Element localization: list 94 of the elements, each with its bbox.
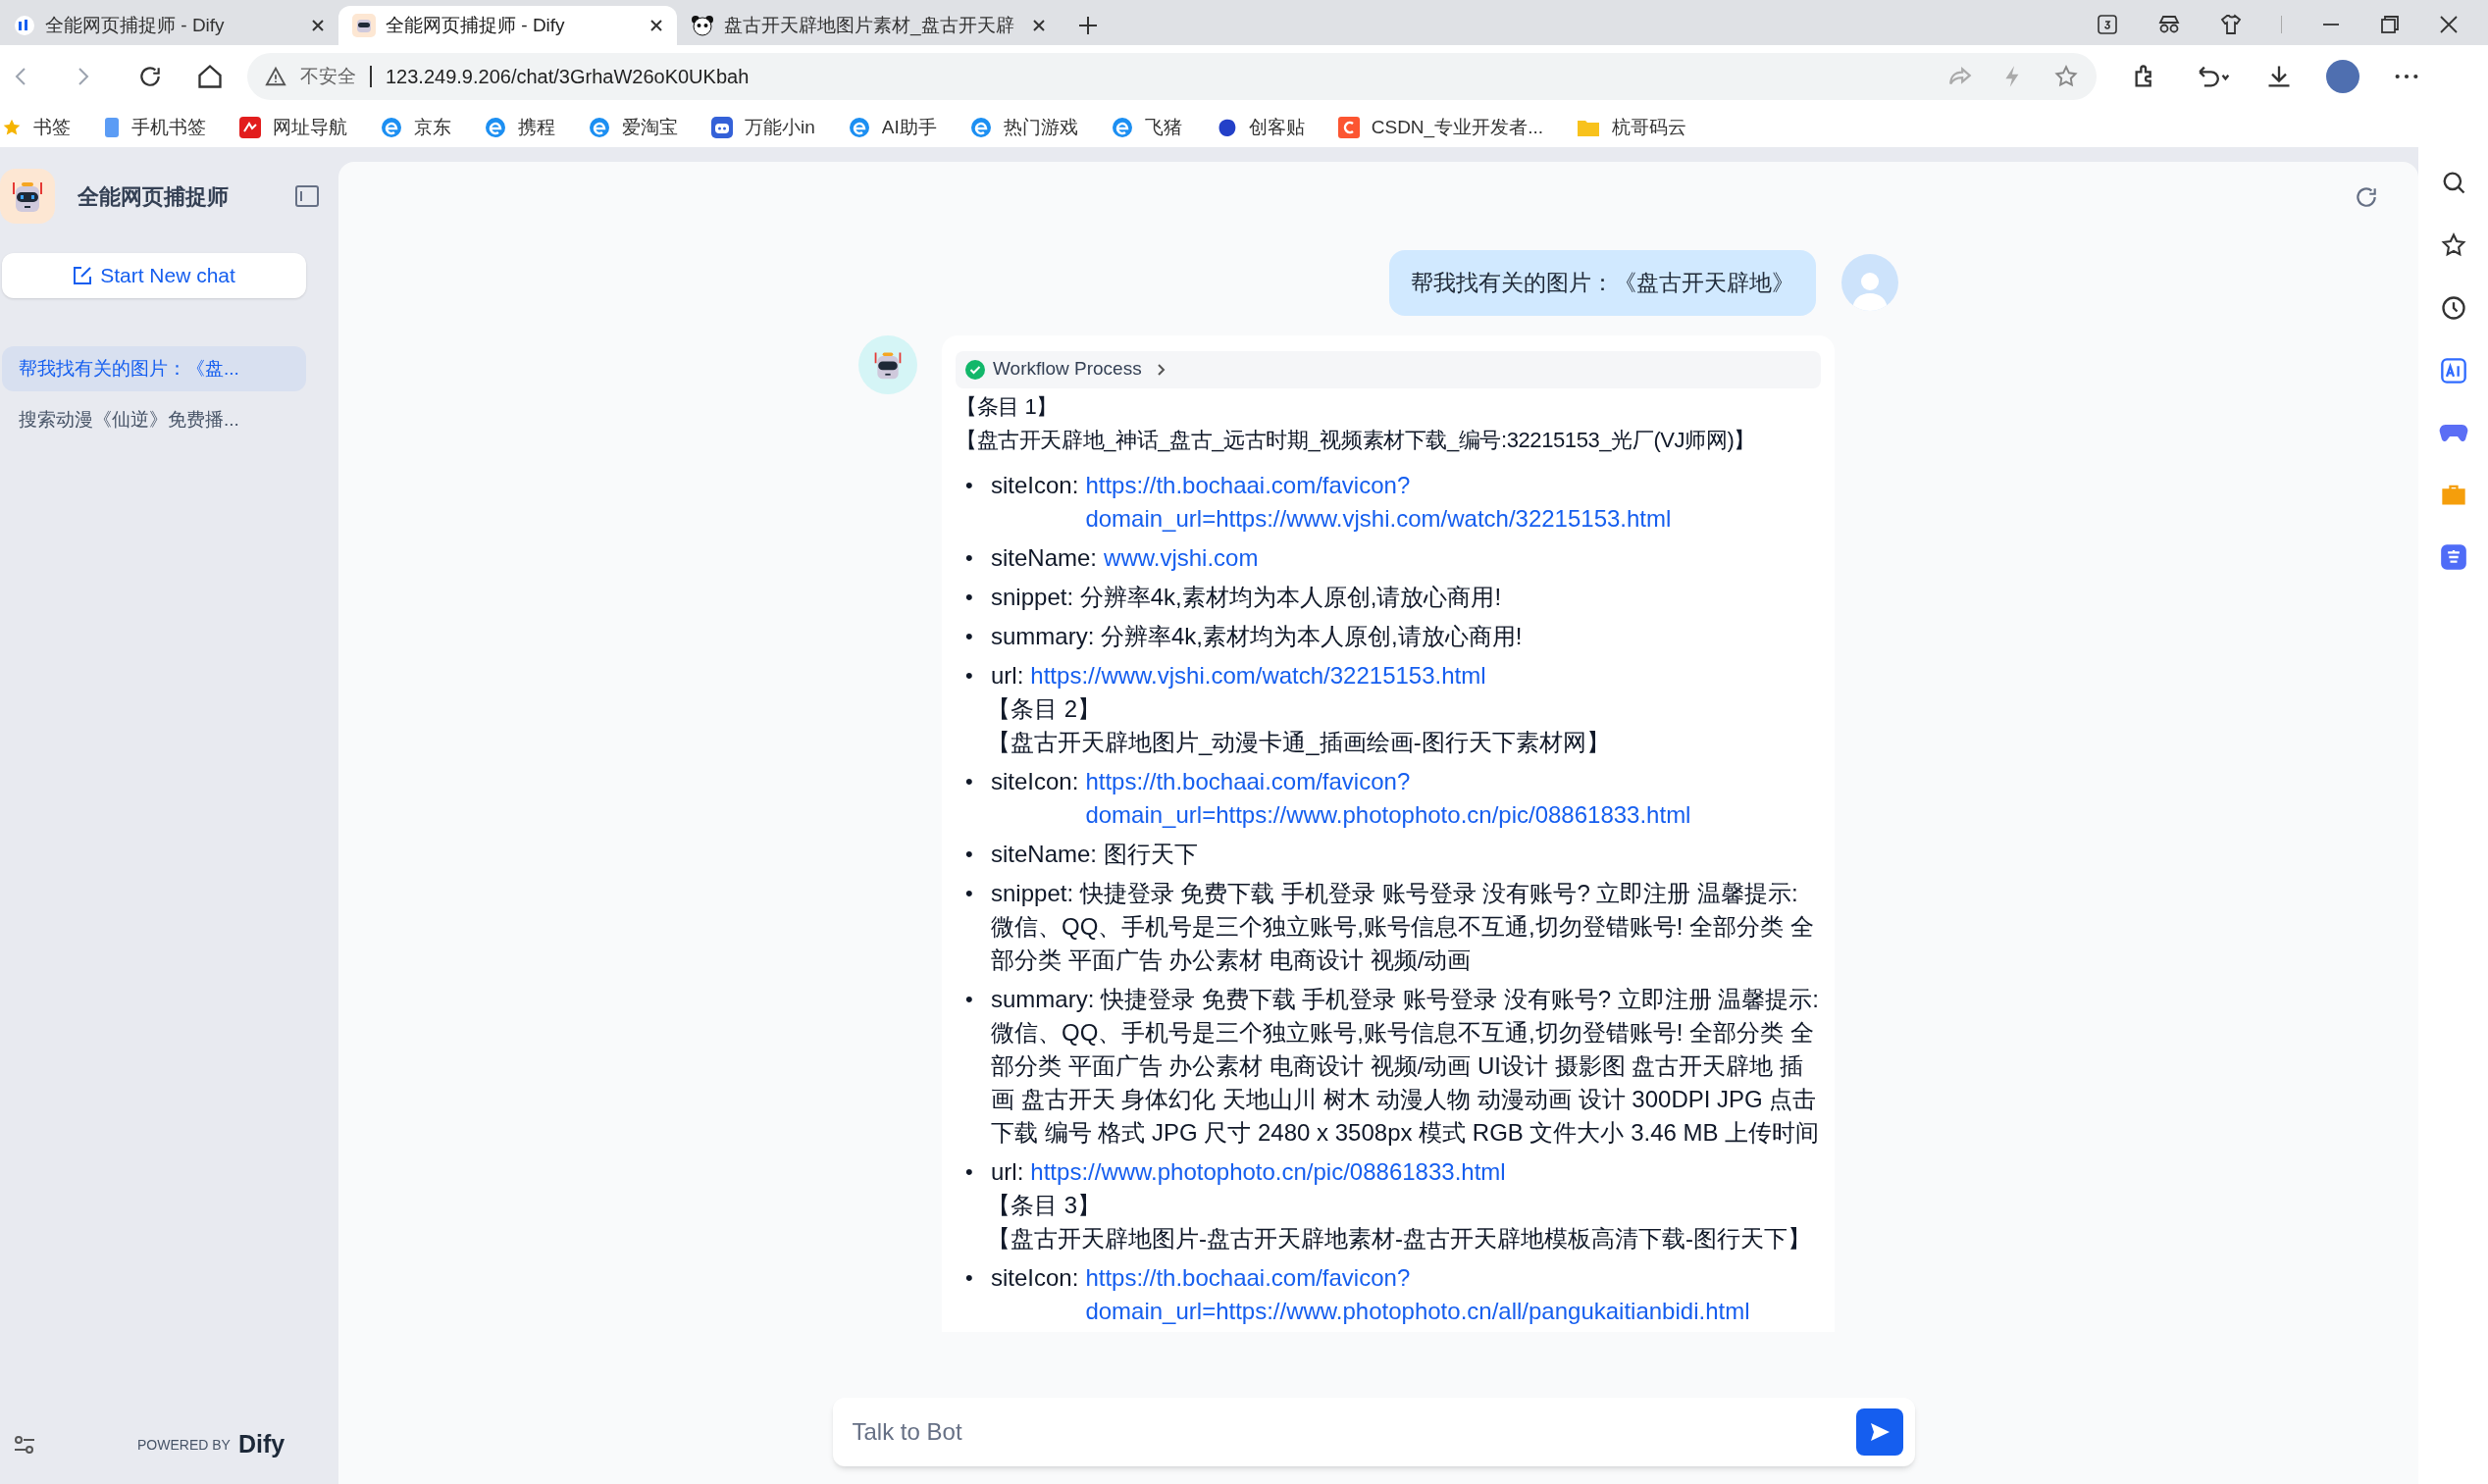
url-link[interactable]: https://www.vjshi.com/watch/32215153.html — [1030, 658, 1821, 692]
bookmark-link[interactable]: 书签 — [33, 113, 71, 142]
star-icon[interactable] — [2053, 64, 2079, 89]
list-bullet: • — [965, 583, 974, 611]
url-text: 123.249.9.206/chat/3GrhaW26oK0UKbah — [386, 65, 751, 89]
browser-logo-icon — [1111, 117, 1133, 138]
answer-heading: 【条目 3】 — [986, 1190, 1102, 1220]
url-link[interactable]: https://th.bochaai.com/favicon?domain_url=https://www.photophoto.cn/pic/08861833.html — [1085, 764, 1821, 832]
list-bullet: • — [965, 1263, 974, 1292]
list-bullet: • — [965, 661, 974, 690]
powered-by-text: POWERED BY — [137, 1435, 231, 1455]
profile-avatar[interactable] — [2326, 60, 2359, 93]
bookmark-link[interactable]: 网址导航 — [273, 113, 347, 142]
panda-icon — [691, 14, 714, 37]
field-label: url: — [991, 1156, 1024, 1187]
reload-icon[interactable] — [137, 64, 163, 89]
edit-icon — [73, 266, 93, 285]
answer-heading: 【盘古开天辟地_神话_盘古_远古时期_视频素材下载_编号:32215153_光厂(VJ师网)】 — [956, 426, 1756, 454]
browser-logo-icon — [969, 117, 992, 138]
close-icon[interactable] — [1032, 19, 1046, 32]
workflow-process-bar[interactable]: Workflow Process — [956, 350, 1821, 388]
star-icon[interactable] — [2439, 231, 2467, 259]
answer-heading: 【条目 1】 — [956, 392, 1059, 421]
glasses-icon[interactable] — [2157, 14, 2181, 35]
close-icon[interactable] — [2439, 15, 2459, 34]
browser-logo-icon — [848, 117, 870, 138]
browser-logo-icon — [381, 117, 402, 138]
bookmark-link[interactable]: AI助手 — [881, 113, 937, 142]
warning-icon — [265, 66, 286, 87]
app-name: 全能网页捕捉师 — [78, 182, 230, 211]
conversation-item[interactable]: 帮我找有关的图片：《盘... — [2, 346, 306, 391]
list-bullet: • — [965, 1157, 974, 1186]
field-label: siteIcon: — [991, 766, 1079, 796]
bookmark-link[interactable]: 携程 — [518, 113, 555, 142]
security-warning: 不安全 — [300, 64, 356, 88]
user-message: 帮我找有关的图片：《盘古开天辟地》 — [1389, 250, 1816, 316]
input-panel[interactable]: Talk to Bot — [832, 1398, 1915, 1466]
url-link[interactable]: https://www.photophoto.cn/pic/08861833.html — [1030, 1154, 1821, 1189]
list-bullet: • — [965, 840, 974, 868]
url-link[interactable]: www.vjshi.com — [1104, 540, 1821, 575]
list-bullet: • — [965, 767, 974, 795]
tab-favicon-icon — [14, 15, 35, 36]
phone-icon — [104, 117, 120, 138]
settings-sliders-icon[interactable] — [14, 1435, 35, 1455]
answer-heading: 【盘古开天辟地图片-盘古开天辟地素材-盘古开天辟地模板高清下载-图行天下】 — [986, 1223, 1812, 1254]
browser-tab[interactable]: 全能网页捕捉师 - Dify — [338, 6, 677, 45]
bookmark-link[interactable]: 京东 — [414, 113, 451, 142]
shirt-icon[interactable] — [2220, 14, 2242, 35]
ai-icon[interactable] — [2439, 357, 2467, 384]
list-item-text: summary: 分辨率4k,素材均为本人原创,请放心商用! — [991, 621, 1524, 651]
list-bullet: • — [965, 622, 974, 650]
refresh-icon[interactable] — [2354, 184, 2379, 210]
bookmark-link[interactable]: 爱淘宝 — [622, 113, 678, 142]
bookmark-link[interactable]: 手机书签 — [131, 113, 206, 142]
home-icon[interactable] — [196, 63, 224, 90]
new-tab-icon[interactable] — [1077, 15, 1099, 36]
dify-logo[interactable]: Dify — [237, 1426, 285, 1463]
list-bullet: • — [965, 879, 974, 907]
list-item-text: snippet: 分辨率4k,素材均为本人原创,请放心商用! — [991, 582, 1503, 612]
field-label: siteIcon: — [991, 470, 1079, 500]
bookmark-link[interactable]: 万能小in — [745, 113, 815, 142]
address-bar[interactable]: 不安全 123.249.9.206/chat/3GrhaW26oK0UKbah — [247, 53, 2097, 100]
check-circle-icon — [965, 359, 985, 380]
folder-icon — [1577, 118, 1600, 137]
answer-heading: 【条目 2】 — [986, 693, 1102, 724]
star-icon — [2, 118, 22, 137]
list-item-text: siteName: 图行天下 — [991, 839, 1199, 869]
message-input[interactable]: Talk to Bot — [852, 1414, 1856, 1450]
bookmark-link[interactable]: 杭哥码云 — [1612, 113, 1686, 142]
bookmark-link[interactable]: 热门游戏 — [1003, 113, 1078, 142]
bookmark-link[interactable]: 飞猪 — [1144, 113, 1182, 142]
conversation-item[interactable]: 搜索动漫《仙逆》免费播... — [2, 397, 306, 442]
sidebar-toggle-icon[interactable] — [295, 185, 319, 207]
bookmark-link[interactable]: CSDN_专业开发者... — [1371, 113, 1543, 142]
new-chat-button[interactable]: Start New chat — [2, 253, 306, 298]
field-label: siteName: — [991, 542, 1098, 573]
close-icon[interactable] — [311, 19, 325, 32]
browser-logo-icon — [485, 117, 506, 138]
url-link[interactable]: https://th.bochaai.com/favicon?domain_url=https://www.photophoto.cn/all/pangukaitianbidi.html — [1085, 1260, 1821, 1328]
bookmark-link[interactable]: 创客贴 — [1248, 113, 1305, 142]
send-button[interactable] — [1855, 1408, 1903, 1456]
list-bullet: • — [965, 985, 974, 1013]
close-icon[interactable] — [649, 19, 663, 32]
field-label: siteIcon: — [991, 1262, 1079, 1293]
clock-icon[interactable] — [2439, 294, 2467, 322]
answer-heading: 【盘古开天辟地图片_动漫卡通_插画绘画-图行天下素材网】 — [986, 727, 1611, 757]
tab-count-icon[interactable] — [2097, 14, 2118, 35]
maximize-icon[interactable] — [2380, 15, 2400, 34]
browser-tab[interactable]: 全能网页捕捉师 - Dify — [0, 6, 338, 45]
browser-logo-icon — [589, 117, 610, 138]
browser-tab[interactable]: 盘古开天辟地图片素材_盘古开天辟 — [677, 6, 1060, 45]
field-label: url: — [991, 660, 1024, 691]
list-bullet: • — [965, 543, 974, 572]
list-bullet: • — [965, 471, 974, 499]
